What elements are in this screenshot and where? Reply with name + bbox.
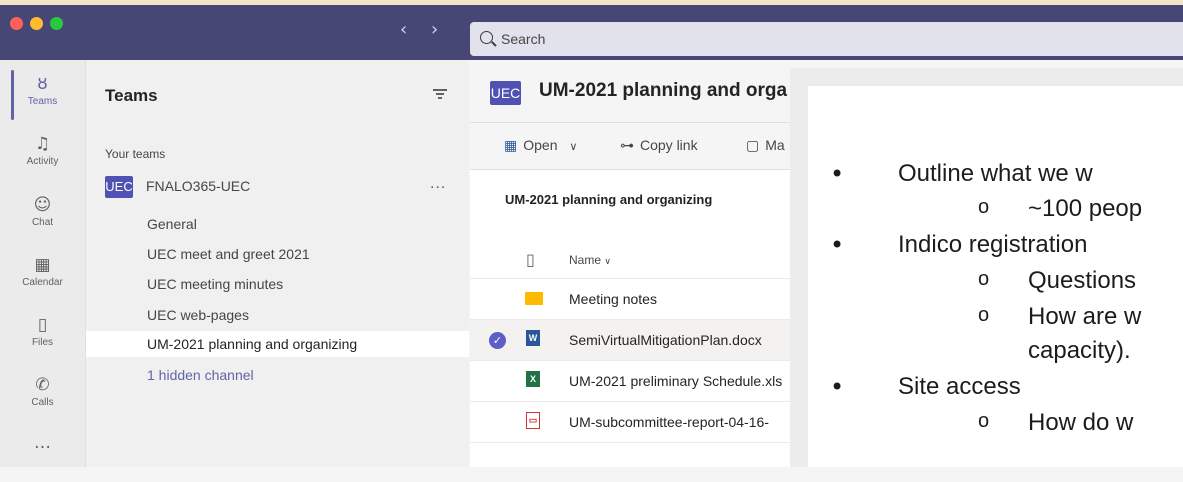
search-input[interactable]: Search: [470, 22, 1183, 56]
link-icon: ⊶: [620, 138, 634, 154]
rail-item-activity[interactable]: ♫ Activity: [0, 127, 85, 177]
channel-header: UEC UM-2021 planning and orga: [470, 60, 790, 123]
maximize-window-button[interactable]: [50, 17, 63, 30]
document-page: Outline what we w ~100 peop Indico regis…: [808, 86, 1183, 467]
file-name: SemiVirtualMitigationPlan.docx: [569, 332, 762, 348]
rail-label: Calendar: [22, 277, 63, 288]
team-avatar: UEC: [105, 176, 133, 198]
doc-bullet-line: Outline what we w: [830, 160, 1093, 188]
channel-general[interactable]: General: [86, 211, 469, 237]
file-row[interactable]: Meeting notes: [470, 279, 790, 320]
calendar-icon: ▦: [34, 255, 51, 275]
channel-meeting-minutes[interactable]: UEC meeting minutes: [86, 271, 469, 297]
teams-panel: Teams Your teams UEC FNALO365-UEC ... Ge…: [86, 60, 469, 467]
phone-icon: ✆: [35, 375, 50, 395]
chat-icon: ☺: [33, 195, 52, 215]
team-name[interactable]: FNALO365-UEC: [146, 178, 250, 194]
hidden-channels-link[interactable]: 1 hidden channel: [86, 362, 469, 388]
doc-subbullet-line: How do w: [978, 409, 1134, 437]
teams-icon: ȣ: [37, 74, 48, 94]
excel-file-icon: X: [526, 371, 540, 387]
file-name: UM-2021 preliminary Schedule.xls: [569, 373, 783, 389]
rail-item-calls[interactable]: ✆ Calls: [0, 368, 85, 418]
column-header: ▯ Name ∨: [470, 240, 790, 279]
close-window-button[interactable]: [10, 17, 23, 30]
more-icon: …: [34, 433, 51, 453]
rail-item-teams[interactable]: ȣ Teams: [0, 65, 85, 120]
rail-item-calendar[interactable]: ▦ Calendar: [0, 248, 85, 298]
channel-meet-and-greet[interactable]: UEC meet and greet 2021: [86, 241, 469, 267]
file-name: Meeting notes: [569, 291, 657, 307]
rail-item-files[interactable]: ▯ Files: [0, 308, 85, 358]
doc-continuation-line: capacity).: [1028, 337, 1131, 364]
doc-subbullet-line: ~100 peop: [978, 195, 1142, 223]
teams-panel-title: Teams: [105, 86, 158, 105]
document-preview: Outline what we w ~100 peop Indico regis…: [790, 68, 1183, 467]
rail-label: Files: [31, 337, 54, 348]
channel-title: UM-2021 planning and orga: [539, 80, 788, 101]
rail-label: Calls: [31, 397, 54, 408]
rail-label: Teams: [27, 96, 58, 107]
more-toolbar-label: Ma: [765, 137, 785, 153]
open-button[interactable]: ▦ Open ∨: [504, 137, 577, 154]
file-name: UM-subcommittee-report-04-16-: [569, 414, 769, 430]
rail-item-chat[interactable]: ☺ Chat: [0, 188, 85, 238]
rail-item-more[interactable]: …: [0, 432, 85, 482]
file-row[interactable]: ✓ W SemiVirtualMitigationPlan.docx: [470, 320, 790, 361]
team-more-options-icon[interactable]: ...: [430, 175, 446, 193]
rail-label: Activity: [26, 156, 59, 167]
file-type-icon: ▯: [526, 250, 535, 269]
channel-main: UEC UM-2021 planning and orga ▦ Open ∨ ⊶ C…: [470, 60, 790, 467]
forward-arrow-icon[interactable]: ›: [431, 21, 438, 39]
file-row[interactable]: ▭ UM-subcommittee-report-04-16-: [470, 402, 790, 443]
minimize-window-button[interactable]: [30, 17, 43, 30]
folder-icon: ▢: [746, 138, 760, 154]
doc-subbullet-line: How are w: [978, 303, 1142, 331]
file-row[interactable]: X UM-2021 preliminary Schedule.xls: [470, 361, 790, 402]
more-toolbar-button[interactable]: ▢ Ma: [746, 137, 785, 154]
search-placeholder: Search: [501, 31, 546, 47]
rail-label: Chat: [31, 217, 54, 228]
search-icon: [480, 31, 493, 44]
app-rail: ȣ Teams ♫ Activity ☺ Chat ▦ Calendar ▯ F…: [0, 60, 86, 467]
back-arrow-icon[interactable]: ‹: [400, 21, 407, 39]
doc-bullet-line: Indico registration: [830, 231, 1088, 259]
channel-um-2021-planning[interactable]: UM-2021 planning and organizing: [86, 331, 469, 357]
copy-link-button[interactable]: ⊶ Copy link: [620, 137, 698, 154]
channel-web-pages[interactable]: UEC web-pages: [86, 302, 469, 328]
bell-icon: ♫: [34, 134, 51, 154]
open-label: Open: [523, 137, 558, 153]
file-icon: ▯: [37, 315, 48, 335]
copy-link-label: Copy link: [640, 137, 698, 153]
word-icon: ▦: [504, 138, 518, 154]
library-title: UM-2021 planning and organizing: [505, 192, 713, 207]
name-column-header[interactable]: Name ∨: [569, 253, 611, 267]
name-column-label: Name: [569, 253, 602, 267]
channel-avatar: UEC: [490, 81, 521, 105]
folder-icon: [525, 289, 543, 307]
chevron-down-icon: ∨: [569, 141, 578, 153]
your-teams-label: Your teams: [105, 147, 166, 161]
files-toolbar: ▦ Open ∨ ⊶ Copy link ▢ Ma: [470, 123, 790, 170]
doc-subbullet-line: Questions: [978, 267, 1136, 295]
doc-bullet-line: Site access: [830, 373, 1021, 401]
word-file-icon: W: [526, 330, 540, 346]
title-bar: ‹ › Search: [0, 0, 1183, 60]
pdf-file-icon: ▭: [526, 412, 540, 429]
filter-icon[interactable]: [433, 86, 447, 100]
sort-chevron-icon: ∨: [604, 256, 611, 266]
document-library: UM-2021 planning and organizing ▯ Name ∨…: [470, 170, 790, 467]
checkmark-icon[interactable]: ✓: [489, 332, 506, 349]
